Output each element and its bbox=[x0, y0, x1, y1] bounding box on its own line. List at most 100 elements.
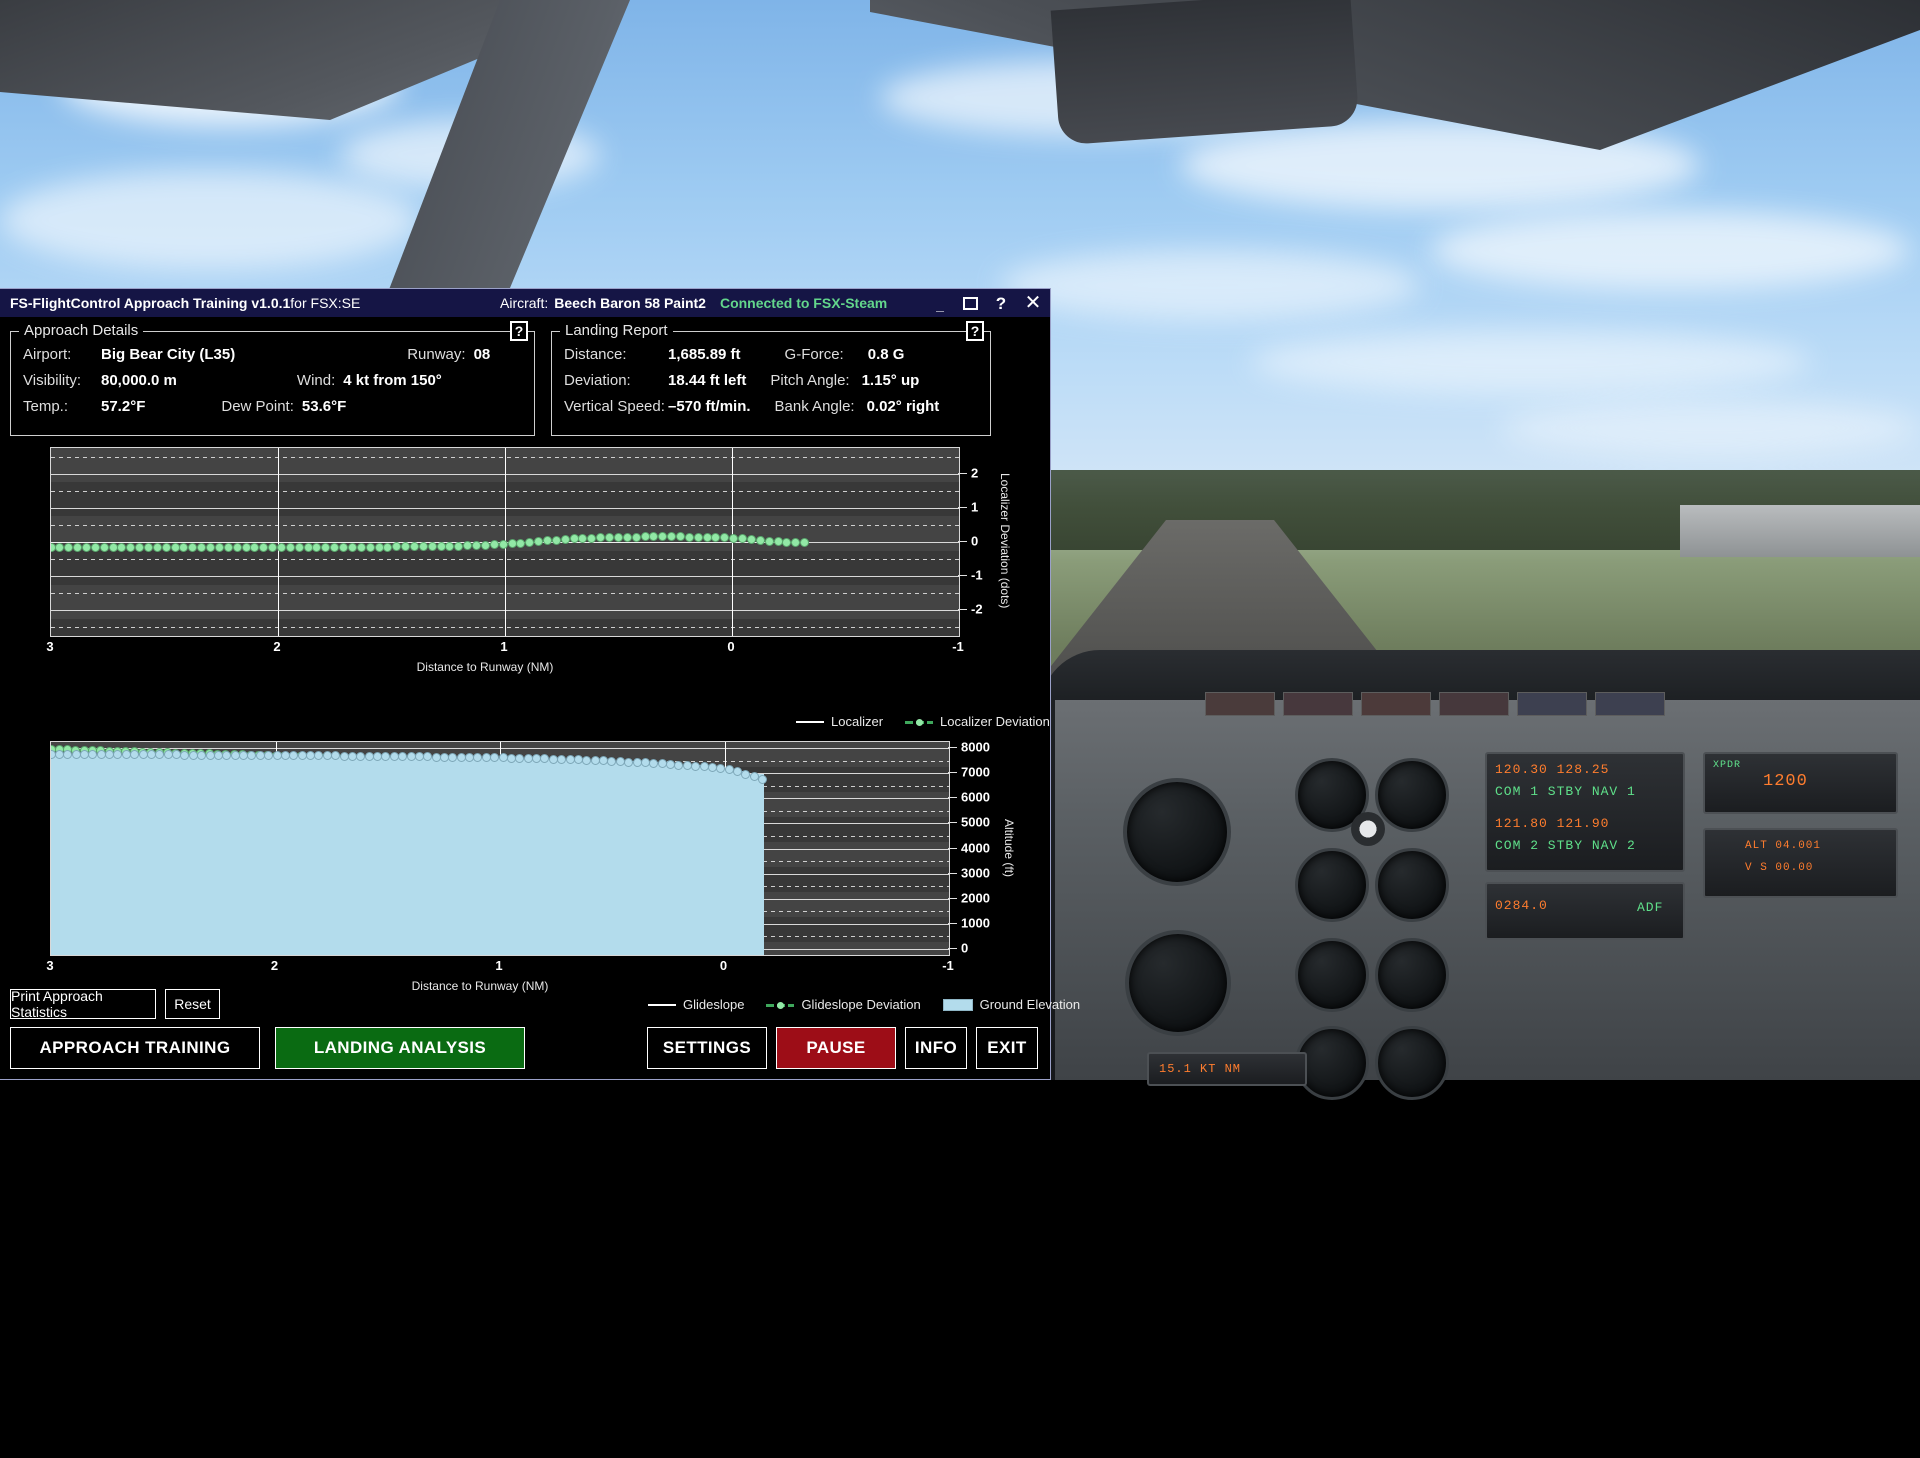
info-button[interactable]: INFO bbox=[905, 1027, 967, 1069]
data-point bbox=[418, 542, 428, 552]
y-axis-tickmark bbox=[958, 541, 967, 542]
ground-elevation-area bbox=[73, 754, 97, 955]
field-row-airport: Airport: Big Bear City (L35) Runway: 08 bbox=[23, 346, 522, 363]
x-axis-tick-label: 3 bbox=[46, 958, 54, 973]
y-axis-tickmark bbox=[958, 472, 967, 474]
data-point bbox=[241, 542, 251, 552]
field-row-deviation: Deviation: 18.44 ft left Pitch Angle: 1.… bbox=[564, 372, 978, 389]
rearview-mirror bbox=[1050, 0, 1360, 146]
ground-elevation-area bbox=[432, 757, 457, 955]
pause-button[interactable]: PAUSE bbox=[776, 1027, 896, 1069]
series-line bbox=[51, 542, 732, 543]
radio-stack-nav-com: 120.30 128.25 COM 1 STBY NAV 1 121.80 12… bbox=[1485, 752, 1685, 872]
panel-switch bbox=[1205, 692, 1275, 716]
data-point bbox=[339, 542, 349, 552]
right-button-group: SETTINGS PAUSE INFO EXIT bbox=[647, 1027, 1038, 1069]
data-point bbox=[624, 757, 634, 767]
reset-button[interactable]: Reset bbox=[165, 989, 220, 1019]
ground-elevation-area bbox=[500, 757, 524, 955]
data-point bbox=[622, 532, 632, 542]
ground-elevation-area bbox=[634, 762, 659, 955]
data-point bbox=[294, 542, 304, 552]
data-point bbox=[691, 761, 701, 771]
data-point bbox=[214, 542, 224, 552]
y-axis-tickmark bbox=[948, 897, 957, 899]
settings-button[interactable]: SETTINGS bbox=[647, 1027, 767, 1069]
wind-label: Wind: bbox=[296, 372, 336, 389]
legend-label-glideslope-deviation: Glideslope Deviation bbox=[801, 997, 921, 1012]
y-axis-tick-label: 8000 bbox=[961, 739, 990, 755]
data-point bbox=[498, 539, 508, 549]
secondary-button-bar: Print Approach Statistics Reset bbox=[10, 988, 220, 1020]
approach-training-window: FS-FlightControl Approach Training v1.0.… bbox=[0, 288, 1080, 1080]
legend-item-localizer-deviation: Localizer Deviation bbox=[905, 714, 1050, 729]
ground-elevation-area bbox=[567, 759, 591, 955]
ground-elevation-area bbox=[387, 756, 412, 955]
ground-elevation-area bbox=[477, 757, 501, 955]
bank-angle-value: 0.02° right bbox=[866, 398, 940, 415]
exit-button[interactable]: EXIT bbox=[976, 1027, 1038, 1069]
legend-label-localizer-deviation: Localizer Deviation bbox=[940, 714, 1050, 729]
ground-elevation-area bbox=[365, 756, 389, 955]
y-axis-tick-label: 0 bbox=[971, 533, 979, 549]
window-title-suffix: for FSX:SE bbox=[290, 295, 361, 311]
vertical-speed-value: –570 ft/min. bbox=[668, 398, 751, 415]
glideslope-plot-area bbox=[50, 741, 950, 956]
data-point bbox=[108, 542, 118, 552]
legend-label-ground-elevation: Ground Elevation bbox=[979, 997, 1081, 1012]
landing-analysis-button[interactable]: LANDING ANALYSIS bbox=[275, 1027, 525, 1069]
data-point bbox=[285, 542, 295, 552]
pitch-angle-value: 1.15° up bbox=[861, 372, 920, 389]
help-button[interactable]: ? bbox=[992, 294, 1010, 312]
data-point bbox=[560, 535, 570, 544]
y-axis-tick-label: -1 bbox=[971, 567, 983, 583]
data-point bbox=[277, 542, 287, 552]
approach-training-button[interactable]: APPROACH TRAINING bbox=[10, 1027, 260, 1069]
data-point bbox=[702, 532, 712, 542]
y-axis-tickmark bbox=[958, 575, 967, 577]
airport-label: Airport: bbox=[23, 346, 72, 363]
data-point bbox=[729, 533, 739, 543]
legend-item-localizer: Localizer bbox=[796, 714, 883, 729]
glideslope-chart: 3 2 1 0 -1 8000 7000 6000 5000 4000 3000 2000 1000 0… bbox=[10, 739, 1020, 993]
visibility-label: Visibility: bbox=[23, 372, 82, 389]
aircraft-value: Beech Baron 58 Paint2 bbox=[554, 295, 706, 311]
y-axis-tick-label: 4000 bbox=[961, 840, 990, 855]
distance-value: 1,685.89 ft bbox=[668, 346, 741, 363]
landing-report-help-icon[interactable]: ? bbox=[966, 321, 984, 341]
x-axis-tick-label: -1 bbox=[952, 639, 964, 654]
minimize-button[interactable]: _ bbox=[931, 294, 949, 312]
glideslope-chart-legend: Glideslope Glideslope Deviation Ground E… bbox=[648, 997, 1080, 1012]
runway-label: Runway: bbox=[407, 346, 466, 363]
transponder: 1200 XPDR bbox=[1703, 752, 1898, 814]
cloud-decoration bbox=[1000, 250, 1420, 320]
hangar-buildings bbox=[1680, 505, 1920, 557]
data-point bbox=[374, 542, 384, 552]
fuel-flow-gauge-right bbox=[1375, 938, 1449, 1012]
y-axis-tick-label: 1 bbox=[971, 499, 979, 515]
data-point bbox=[427, 541, 437, 551]
distance-label: Distance: bbox=[564, 346, 627, 363]
y-axis-tick-label: 6000 bbox=[961, 789, 990, 805]
localizer-chart: 3 2 1 0 -1 2 1 0 -1 -2 Distance to Runway (NM) L… bbox=[10, 447, 1020, 674]
approach-details-legend: Approach Details bbox=[19, 322, 144, 339]
ground-elevation-area bbox=[297, 755, 322, 955]
maximize-button[interactable] bbox=[963, 296, 978, 310]
close-button[interactable]: ✕ bbox=[1024, 293, 1042, 313]
data-point bbox=[791, 537, 801, 547]
pitch-angle-label: Pitch Angle: bbox=[770, 372, 850, 389]
y-axis-tick-label: 5000 bbox=[961, 814, 990, 830]
print-approach-statistics-button[interactable]: Print Approach Statistics bbox=[10, 988, 156, 1020]
airport-value: Big Bear City (L35) bbox=[101, 346, 236, 363]
approach-details-help-icon[interactable]: ? bbox=[510, 321, 528, 341]
data-point bbox=[507, 539, 517, 549]
adf-receiver: 0284.0 ADF bbox=[1485, 882, 1685, 940]
data-point bbox=[365, 542, 375, 552]
localizer-plot-area bbox=[50, 447, 960, 637]
panel-switch bbox=[1517, 692, 1587, 716]
y-axis-tickmark bbox=[948, 872, 957, 874]
ground-elevation-area bbox=[342, 756, 367, 955]
ground-elevation-area bbox=[455, 757, 479, 955]
data-point bbox=[197, 750, 207, 760]
data-point bbox=[206, 542, 216, 552]
